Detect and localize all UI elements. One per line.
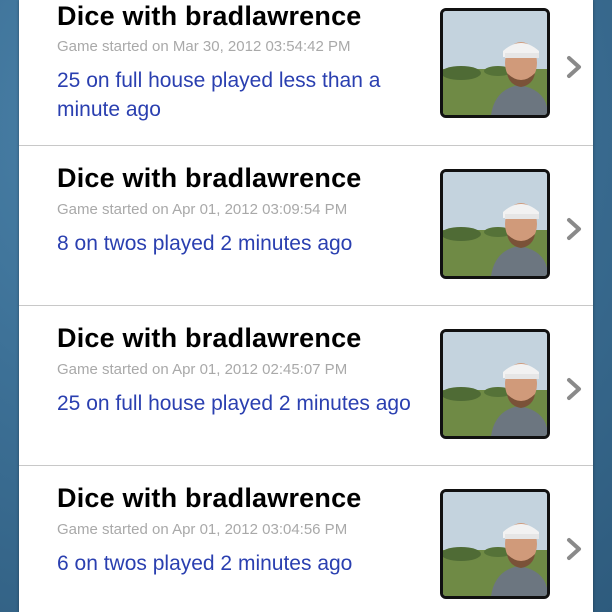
game-row[interactable]: Dice with bradlawrence Game started on A… [19, 146, 593, 306]
last-move-text: 25 on full house played less than a minu… [57, 69, 381, 121]
game-title: Dice with bradlawrence [57, 163, 362, 193]
game-row[interactable]: Dice with bradlawrence Game started on M… [19, 0, 593, 146]
game-title: Dice with bradlawrence [57, 483, 362, 513]
last-move-text: 6 on twos played 2 minutes ago [57, 552, 353, 575]
game-title: Dice with bradlawrence [57, 323, 362, 353]
last-move-text: 8 on twos played 2 minutes ago [57, 232, 353, 255]
chevron-right-icon [567, 378, 581, 400]
game-title: Dice with bradlawrence [57, 1, 362, 31]
game-list: Dice with bradlawrence Game started on M… [19, 0, 593, 612]
avatar-photo [443, 11, 547, 115]
game-started-text: Game started on Apr 01, 2012 03:04:56 PM [57, 521, 348, 538]
opponent-avatar [440, 329, 550, 439]
avatar-photo [443, 172, 547, 276]
game-row[interactable]: Dice with bradlawrence Game started on A… [19, 306, 593, 466]
game-started-text: Game started on Mar 30, 2012 03:54:42 PM [57, 38, 351, 55]
opponent-avatar [440, 489, 550, 599]
chevron-right-icon [567, 56, 581, 78]
chevron-right-icon [567, 218, 581, 240]
game-row[interactable]: Dice with bradlawrence Game started on A… [19, 466, 593, 612]
game-started-text: Game started on Apr 01, 2012 03:09:54 PM [57, 201, 348, 218]
opponent-avatar [440, 8, 550, 118]
game-started-text: Game started on Apr 01, 2012 02:45:07 PM [57, 361, 348, 378]
last-move-text: 25 on full house played 2 minutes ago [57, 392, 411, 415]
opponent-avatar [440, 169, 550, 279]
avatar-photo [443, 492, 547, 596]
avatar-photo [443, 332, 547, 436]
chevron-right-icon [567, 538, 581, 560]
